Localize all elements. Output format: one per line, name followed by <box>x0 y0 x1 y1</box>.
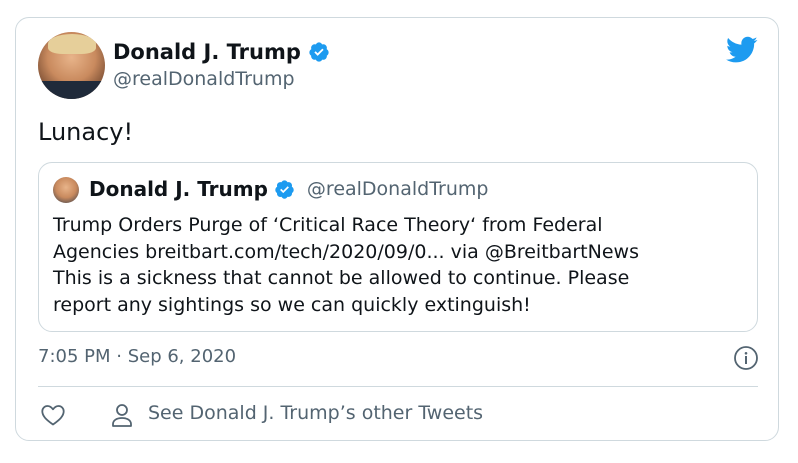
heart-icon[interactable] <box>40 403 66 427</box>
quoted-tweet[interactable]: Donald J. Trump @realDonaldTrump Trump O… <box>38 162 758 332</box>
quoted-text-line: Agencies breitbart.com/tech/2020/09/0...… <box>53 240 639 263</box>
verified-badge-icon <box>275 179 294 199</box>
quoted-author-name: Donald J. Trump <box>89 177 268 201</box>
avatar-suit <box>38 81 105 99</box>
twitter-bird-icon[interactable] <box>726 36 758 64</box>
quoted-tweet-text: Trump Orders Purge of ‘Critical Race The… <box>53 212 743 318</box>
tweet-text: Lunacy! <box>38 118 134 146</box>
quoted-text-line: Trump Orders Purge of ‘Critical Race The… <box>53 214 603 236</box>
author-name[interactable]: Donald J. Trump <box>113 40 301 64</box>
info-icon[interactable] <box>733 345 759 371</box>
tweet-timestamp[interactable]: 7:05 PM · Sep 6, 2020 <box>38 346 236 367</box>
quoted-author-row: Donald J. Trump @realDonaldTrump <box>89 177 488 201</box>
see-other-tweets-link[interactable]: See Donald J. Trump’s other Tweets <box>148 402 483 424</box>
avatar-hair <box>48 34 96 54</box>
author-avatar[interactable] <box>38 32 105 99</box>
author-handle[interactable]: @realDonaldTrump <box>113 68 295 90</box>
quoted-text-line: This is a sickness that cannot be allowe… <box>53 267 630 289</box>
quoted-author-handle: @realDonaldTrump <box>306 178 489 200</box>
person-icon[interactable] <box>110 402 134 428</box>
tweet-card: Donald J. Trump @realDonaldTrump Lunacy!… <box>15 17 779 441</box>
quoted-author-avatar <box>53 177 79 203</box>
divider <box>38 386 758 387</box>
verified-badge-icon <box>309 42 329 62</box>
quoted-text-line: report any sightings so we can quickly e… <box>53 293 531 316</box>
author-name-row[interactable]: Donald J. Trump <box>113 40 330 64</box>
